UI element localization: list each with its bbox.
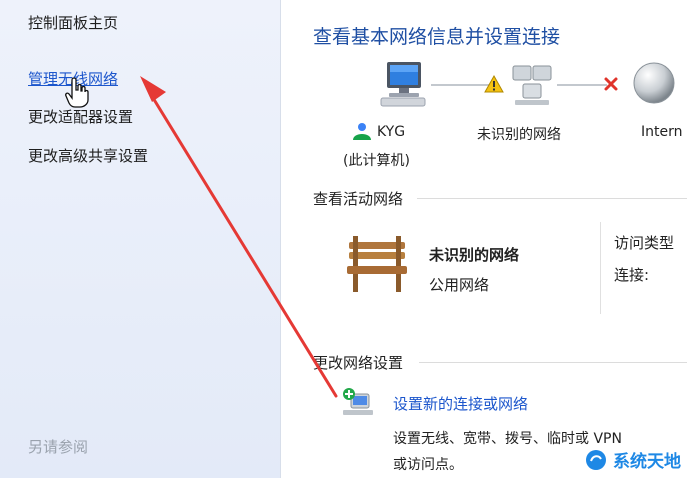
setup-description-line1: 设置无线、宽带、拨号、临时或 VPN — [393, 431, 622, 447]
main-panel: 查看基本网络信息并设置连接 KYG (此计算机) 未识别的网络 Intern 查… — [281, 0, 687, 478]
warning-icon — [484, 74, 504, 93]
access-type-label: 访问类型 — [614, 234, 675, 252]
network-icon — [512, 65, 552, 105]
public-bench-icon — [347, 236, 407, 292]
change-settings-heading: 更改网络设置 — [313, 354, 404, 372]
active-networks-heading: 查看活动网络 — [313, 190, 404, 208]
vertical-divider — [600, 222, 601, 314]
setup-new-connection-link[interactable]: 设置新的连接或网络 — [393, 393, 528, 414]
section-divider — [419, 362, 687, 363]
watermark: 系统天地 — [585, 447, 681, 472]
sidebar-item-change-adapter[interactable]: 更改适配器设置 — [28, 106, 133, 127]
active-network-name: 未识别的网络 — [429, 246, 520, 264]
wireless-user-icon — [353, 123, 371, 140]
section-divider — [417, 198, 687, 199]
sidebar-item-advanced-sharing[interactable]: 更改高级共享设置 — [28, 145, 148, 166]
no-connection-icon — [604, 77, 618, 91]
watermark-logo-icon — [586, 449, 606, 470]
watermark-text: 系统天地 — [613, 452, 681, 472]
network-name-map[interactable]: 未识别的网络 — [477, 124, 561, 144]
internet-label[interactable]: Intern — [641, 124, 683, 140]
see-also-heading: 另请参阅 — [28, 438, 89, 456]
setup-description-line2: 或访问点。 — [393, 457, 463, 473]
computer-subtitle: (此计算机) — [343, 153, 410, 169]
connector-line — [431, 84, 491, 86]
sidebar-item-control-panel-home[interactable]: 控制面板主页 — [28, 12, 118, 33]
network-type-link[interactable]: 公用网络 — [429, 274, 489, 295]
new-connection-icon — [343, 388, 373, 415]
connector-line — [557, 84, 607, 86]
page-title: 查看基本网络信息并设置连接 — [313, 26, 561, 48]
computer-icon — [380, 62, 426, 107]
computer-name: KYG — [377, 124, 406, 140]
sidebar-item-manage-wireless[interactable]: 管理无线网络 — [28, 68, 118, 89]
internet-globe-icon — [633, 62, 675, 104]
sidebar: 控制面板主页 管理无线网络 更改适配器设置 更改高级共享设置 另请参阅 — [0, 0, 281, 478]
connection-label: 连接: — [614, 266, 650, 284]
